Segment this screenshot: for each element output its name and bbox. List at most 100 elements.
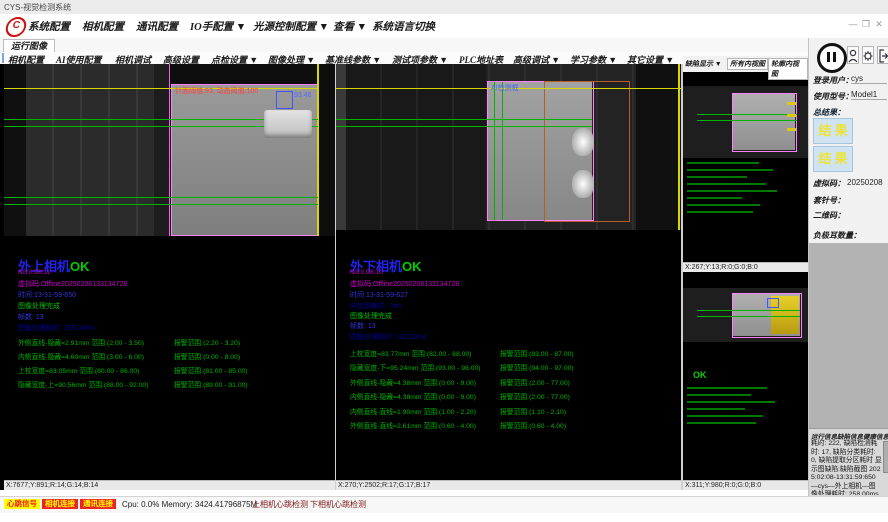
defect-mark (787, 102, 796, 105)
measurement-row: 外侧直线-隐藏=4.38mm 范围:(0.00 - 9.00) (350, 377, 476, 387)
result-text-line (687, 176, 747, 178)
defect-display-bar: 缺陷显示 ▼ 所有内视图 轮廓内视图 (683, 56, 808, 72)
left-coord-bar: X:7677;Y:891;R:14;G:14;B:14 (4, 480, 335, 490)
middle-barcode: 虚拟码:Offline20250208133134728 (350, 279, 459, 289)
tab-contour-inner-view[interactable]: 轮廓内视图 (768, 58, 808, 80)
defect-mark (787, 128, 796, 131)
login-user-value[interactable]: cys (851, 74, 887, 84)
left-camera-view[interactable]: 93.46 针面阈值:93, 动态阈值:100 外上相机OK NG:0;OK:1… (4, 64, 335, 490)
pause-icon (833, 52, 836, 62)
measure-green-vline (502, 82, 503, 220)
model-label: 使用型号： (813, 91, 853, 102)
result-text-line (687, 401, 775, 403)
result-text-line (687, 415, 763, 417)
info-scrollbar[interactable] (883, 441, 888, 473)
menu-light-config[interactable]: 光源控制配置 ▼ (253, 19, 329, 34)
menu-comm-config[interactable]: 通讯配置 (136, 19, 178, 34)
result-text-line (687, 422, 756, 424)
alarm-range: 报警范围:(1.10 - 2.10) (500, 406, 566, 416)
run-info-text: 耗时: 222, 缺陷检测耗时: 17, 缺陷分类耗时: 0, 缺陷提取分区耗时… (811, 440, 882, 495)
upper-camera-heartbeat-link[interactable]: 上相机心跳检测 (252, 499, 308, 510)
middle-camera-image[interactable]: AI检测框 (336, 64, 681, 230)
result-text-line (687, 169, 773, 171)
measure-green-line (336, 119, 592, 120)
point-value-label: 93.46 (294, 92, 312, 99)
connector-part (264, 110, 312, 138)
measurement-row: 隐藏宽度-下=95.24mm 范围:(93.00 - 98.00) (350, 362, 481, 372)
menu-io-config[interactable]: IO手配置 ▼ (190, 19, 246, 34)
left-barcode: 虚拟码:Offline20250208133134728 (18, 279, 127, 289)
alarm-range: 报警范围:(0.00 - 8.00) (174, 351, 240, 361)
left-time: 时间:13-31-59-650 (18, 290, 76, 300)
toolbar-grip (2, 53, 4, 63)
baseline-yellow-h (4, 88, 318, 89)
tab-all-inner-view[interactable]: 所有内视图 (727, 58, 768, 70)
middle-status-ok: OK (402, 259, 422, 274)
middle-process-time: 图像处理耗时: 182.00ms (350, 332, 427, 342)
model-value[interactable]: Model1 (851, 90, 887, 100)
measure-green-line (697, 310, 800, 311)
close-button[interactable]: ✕ (874, 18, 884, 30)
result-text-line (687, 394, 751, 396)
lower-camera-heartbeat-link[interactable]: 下相机心跳检测 (310, 499, 366, 510)
alarm-range: 报警范围:(83.00 - 87.00) (500, 348, 574, 358)
heartbeat-badge: 心跳信号 (4, 499, 40, 509)
minimize-button[interactable]: — (848, 18, 858, 30)
baseline-yellow-v (317, 64, 319, 236)
menu-view[interactable]: 查看 ▼ (333, 19, 367, 34)
roi-blue-box (276, 91, 293, 109)
tab-run-image[interactable]: 运行图像 (3, 39, 55, 53)
menu-language-switch[interactable]: 系统语言切换 (372, 19, 435, 34)
result-text-line (687, 197, 742, 199)
alarm-range: 报警范围:(89.00 - 91.00) (174, 379, 248, 389)
panel-spacer (809, 243, 888, 428)
pause-button[interactable] (817, 43, 847, 73)
exit-icon (878, 48, 888, 64)
threshold-label: 针面阈值:93, 动态阈值:100 (175, 86, 258, 96)
left-camera-image[interactable]: 93.46 针面阈值:93, 动态阈值:100 (4, 64, 335, 236)
gear-icon (863, 48, 873, 64)
menu-bar (0, 14, 888, 39)
right-panel: 登录用户： cys 使用型号： Model1 总结果： 结 果 结 果 虚拟码：… (808, 38, 888, 496)
roi-blue-box (767, 298, 779, 308)
result-text-line (687, 387, 767, 389)
measure-green-line (4, 197, 318, 198)
user-icon (848, 48, 858, 64)
ai-box-label: AI检测框 (491, 83, 519, 93)
defect-display-label[interactable]: 缺陷显示 ▼ (685, 59, 722, 69)
settings-button[interactable] (862, 46, 874, 64)
measurement-row: 外侧直线-隐藏=2.91mm 范围:(2.00 - 3.50) (18, 337, 144, 347)
pause-icon (827, 52, 830, 62)
alarm-range: 报警范围:(81.00 - 85.00) (174, 365, 248, 375)
cpu-memory-text: Cpu: 0.0% Memory: 3424.41796875M (122, 499, 257, 510)
roi-magenta-line (169, 64, 170, 236)
left-process-time: 图像处理耗时: 258.00ms (18, 323, 95, 333)
measure-green-line (697, 316, 800, 317)
roi-pink-box (171, 84, 319, 236)
small2-coord-bar: X:311;Y:980;R:0;G:0;B:0 (683, 480, 808, 490)
info-box: 运行信息 缺陷信息 健康信息 耗时: 222, 缺陷检测耗时: 17, 缺陷分类… (809, 428, 888, 496)
middle-camera-view[interactable]: AI检测框 外下相机OK NG:0;OK:10 虚拟码:Offline20250… (336, 64, 681, 490)
user-login-button[interactable] (847, 46, 859, 64)
small-view-1[interactable]: X:267;Y:13;R:0;G:0;B:0 (683, 72, 808, 272)
middle-frame-count: 帧数: 13 (350, 321, 376, 331)
measure-green-line (697, 114, 797, 115)
result-text-line (687, 183, 766, 185)
menu-system-config[interactable]: 系统配置 (28, 19, 70, 34)
baseline-yellow-v (678, 64, 680, 230)
measure-green-line (336, 126, 592, 127)
maximize-button[interactable]: ❐ (861, 18, 871, 30)
alarm-range: 报警范围:(0.60 - 4.00) (500, 420, 566, 430)
small-view-2[interactable]: OK X:311;Y:980;R:0;G:0;B:0 (683, 272, 808, 490)
small1-coord-bar: X:267;Y:13;R:0;G:0;B:0 (683, 262, 808, 272)
menu-camera-config[interactable]: 相机配置 (82, 19, 124, 34)
left-process-done: 图像处理完成 (18, 301, 60, 311)
result-badge-2: 结 果 (813, 146, 853, 172)
neg-tab-count-label: 负极耳数量： (813, 230, 861, 241)
measurement-row: 上枕宽度=83.77mm 范围:(82.00 - 88.00) (350, 348, 471, 358)
total-result-label: 总结果： (813, 107, 845, 118)
virtual-code-label: 虚拟码： (813, 178, 845, 189)
exit-button[interactable] (877, 46, 888, 64)
result-text-line (687, 211, 753, 213)
result-text-line (687, 162, 759, 164)
